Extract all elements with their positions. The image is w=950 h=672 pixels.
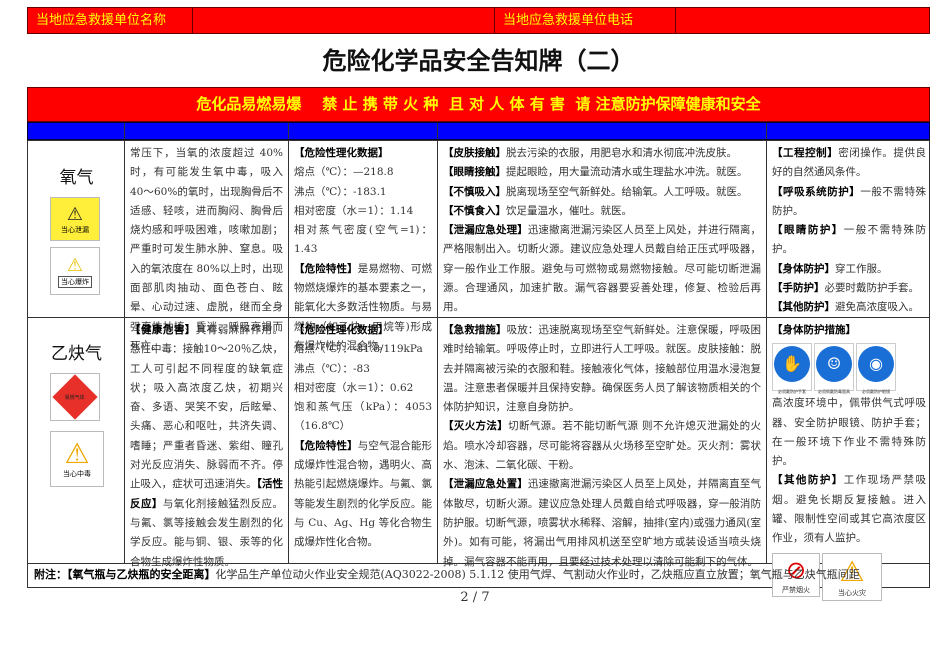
emergency-unit-bar: 当地应急救援单位名称 当地应急救援单位电话 [27,7,930,34]
caution-explosion-sign: ⚠ 当心爆炸 [50,247,100,295]
footnote: 附注：【氧气瓶与乙炔瓶的安全距离】化学品生产单位动火作业安全规范(AQ3022-… [34,568,860,581]
oxygen-first-aid: 【皮肤接触】脱去污染的衣服，用肥皂水和清水彻底冲洗皮肤。 【眼睛接触】提起眼睑，… [443,147,761,314]
chemical-name-oxygen: 氧气 [59,168,94,188]
goggles-icon: ◉ [858,346,894,383]
gas-mask-sign: ☺ 必须佩戴防毒面具 [814,343,854,394]
acetylene-health-hazard: 【健康危害】具有弱麻醉作用。急性中毒：接触10～20％乙炔，工人可引起不同程度的… [130,324,284,568]
chemical-table: 氧气 ⚠ 当心泄漏 ⚠ 当心爆炸 常压下，当氧的浓度超过 40%时，有可能发生氧中毒… [27,140,930,601]
chemical-name-acetylene: 乙炔气 [51,344,102,364]
oxygen-protection: 【工程控制】密闭操作。提供良好的自然通风条件。 【呼吸系统防护】一般不需特殊防护… [772,147,927,314]
unit-name-label: 当地应急救援单位名称 [28,8,193,33]
acetylene-properties: 【危险性理化数据】 熔点（℃）：-81.8/119kPa 沸点（℃）：-83 相对密… [294,324,432,549]
unit-phone-value [676,8,929,33]
glove-icon: ✋ [774,346,810,383]
caution-leak-sign: ⚠ 当心泄漏 [50,197,100,241]
acetylene-first-aid: 【急救措施】吸放：迅速脱离现场至空气新鲜处。注意保暖，呼吸困难时给输氧。呼吸停止… [443,324,762,568]
warning-banner: 危化品易燃易爆 禁 止 携 带 火 种 且 对 人 体 有 害 请 注意防护保障… [27,87,930,122]
caution-poison-sign: ⚠ 当心中毒 [50,431,104,487]
flammable-gas-sign: 易燃气体 [50,373,100,421]
acetylene-protection: 【身体防护措施】 ✋ 必须戴防护手套 ☺ 必须佩戴防毒面具 ◉ 必须戴防护眼镜 高浓度… [767,318,931,604]
gas-mask-icon: ☺ [816,346,852,383]
blue-header-row [27,122,930,140]
unit-phone-label: 当地应急救援单位电话 [495,8,676,33]
unit-name-value [193,8,495,33]
goggles-sign: ◉ 必须戴防护眼镜 [856,343,896,394]
page-title: 危险化学品安全告知牌（二） [322,47,635,75]
page-number: 2 / 7 [460,590,490,605]
gloves-sign: ✋ 必须戴防护手套 [772,343,812,394]
